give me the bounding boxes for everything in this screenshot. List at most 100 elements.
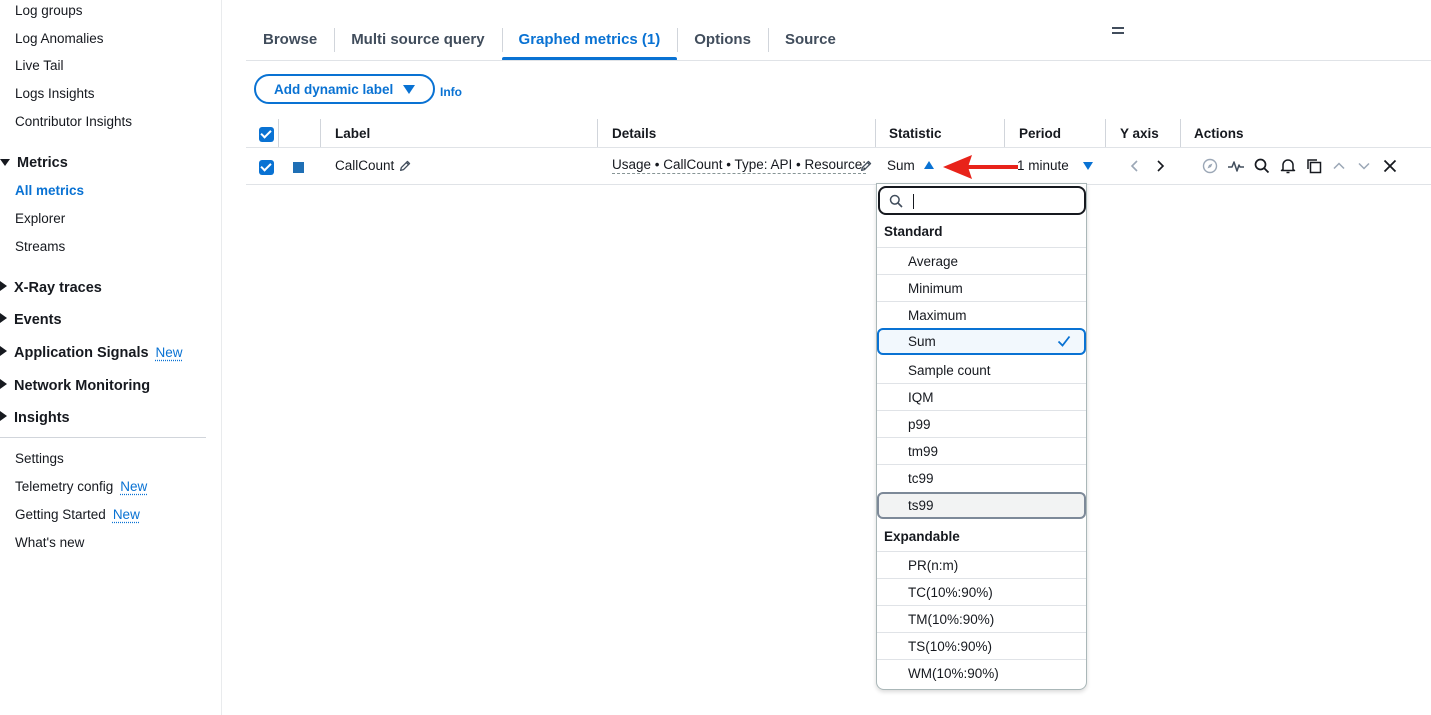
option-group-expandable: Expandable (884, 529, 960, 544)
option-ts[interactable]: TS(10%:90%) (877, 633, 1086, 660)
tabs-divider (246, 60, 1431, 61)
row-details: Usage • CallCount • Type: API • Resource… (612, 157, 867, 174)
column-divider (1105, 119, 1106, 147)
option-tc99[interactable]: tc99 (877, 465, 1086, 492)
option-tm[interactable]: TM(10%:90%) (877, 606, 1086, 633)
column-header-label[interactable]: Label (335, 126, 370, 141)
sidebar-section-label: Network Monitoring (14, 378, 151, 394)
sidebar-section-insights[interactable]: Insights (0, 410, 70, 426)
sidebar-item-label: Telemetry config (15, 479, 114, 494)
column-header-period[interactable]: Period (1019, 126, 1061, 141)
series-color-swatch[interactable] (293, 162, 304, 173)
option-sum[interactable]: Sum (877, 328, 1086, 355)
sidebar-item-explorer[interactable]: Explorer (15, 211, 65, 226)
annotation-arrow-icon (943, 155, 1018, 179)
statistic-select[interactable]: Sum (887, 158, 915, 173)
column-header-y-axis[interactable]: Y axis (1120, 126, 1159, 141)
edit-details-pencil-icon[interactable] (859, 159, 873, 173)
sidebar-item-live-tail[interactable]: Live Tail (15, 58, 64, 73)
checkmark-icon (1057, 335, 1071, 347)
sidebar-section-label: Insights (14, 410, 70, 426)
row-label: CallCount (335, 158, 395, 173)
sidebar-item-all-metrics[interactable]: All metrics (15, 183, 84, 198)
sidebar: Log groups Log Anomalies Live Tail Logs … (0, 0, 222, 715)
chevron-down-icon[interactable] (1355, 157, 1373, 175)
tab-source[interactable]: Source (767, 22, 853, 61)
tab-bar: Browse Multi source query Graphed metric… (246, 22, 853, 61)
period-select[interactable]: 1 minute (1017, 158, 1069, 173)
option-sample-count[interactable]: Sample count (877, 357, 1086, 384)
column-divider (1004, 119, 1005, 147)
sidebar-item-settings[interactable]: Settings (15, 451, 64, 466)
sidebar-item-whats-new[interactable]: What's new (15, 535, 84, 550)
sidebar-item-telemetry-config[interactable]: Telemetry config New (15, 479, 147, 494)
add-dynamic-label-text: Add dynamic label (274, 81, 394, 97)
statistic-search-input[interactable] (878, 186, 1086, 215)
sidebar-item-logs-insights[interactable]: Logs Insights (15, 86, 95, 101)
text-cursor (913, 194, 914, 209)
row-checkbox[interactable] (259, 160, 274, 175)
caret-down-icon (403, 84, 416, 94)
info-link[interactable]: Info (440, 85, 462, 99)
bell-icon[interactable] (1279, 157, 1297, 175)
option-minimum[interactable]: Minimum (877, 275, 1086, 302)
tab-options[interactable]: Options (677, 22, 768, 61)
sidebar-section-application-signals[interactable]: Application Signals New (0, 345, 183, 361)
statistic-dropdown: Standard Average Minimum Maximum Sum Sam… (876, 183, 1087, 690)
copy-icon[interactable] (1305, 157, 1323, 175)
option-average[interactable]: Average (877, 248, 1086, 275)
option-group-standard: Standard (884, 224, 943, 239)
tab-graphed-metrics[interactable]: Graphed metrics (1) (501, 22, 678, 61)
caret-right-icon (0, 281, 7, 291)
option-iqm[interactable]: IQM (877, 384, 1086, 411)
add-dynamic-label-button[interactable]: Add dynamic label (254, 74, 436, 104)
sidebar-item-getting-started[interactable]: Getting Started New (15, 507, 140, 522)
chevron-left-icon[interactable] (1126, 157, 1144, 175)
search-icon (889, 194, 903, 208)
close-icon[interactable] (1381, 157, 1399, 175)
sidebar-item-log-anomalies[interactable]: Log Anomalies (15, 31, 104, 46)
tab-browse[interactable]: Browse (246, 22, 334, 61)
new-badge: New (120, 479, 148, 494)
column-header-actions: Actions (1194, 126, 1244, 141)
compass-icon[interactable] (1201, 157, 1219, 175)
sidebar-section-label: Events (14, 312, 62, 328)
resize-handle-icon[interactable] (1112, 27, 1124, 37)
search-icon[interactable] (1253, 157, 1271, 175)
option-tc[interactable]: TC(10%:90%) (877, 579, 1086, 606)
option-maximum[interactable]: Maximum (877, 302, 1086, 329)
tab-multi-source-query[interactable]: Multi source query (334, 22, 501, 61)
sidebar-section-metrics[interactable]: Metrics (0, 155, 68, 171)
option-tm99[interactable]: tm99 (877, 438, 1086, 465)
option-ts99[interactable]: ts99 (877, 492, 1086, 519)
caret-right-icon (0, 346, 7, 356)
chevron-right-icon[interactable] (1151, 157, 1169, 175)
sidebar-section-events[interactable]: Events (0, 312, 62, 328)
column-divider (1180, 119, 1181, 147)
anomaly-detection-icon[interactable] (1227, 157, 1245, 175)
option-p99[interactable]: p99 (877, 411, 1086, 438)
column-header-details[interactable]: Details (612, 126, 656, 141)
caret-up-icon[interactable] (924, 161, 934, 169)
caret-right-icon (0, 313, 7, 323)
option-label: Sum (908, 334, 936, 349)
edit-label-pencil-icon[interactable] (398, 159, 412, 173)
table-header-border (246, 147, 1431, 148)
sidebar-item-label: Getting Started (15, 507, 106, 522)
sidebar-item-contributor-insights[interactable]: Contributor Insights (15, 114, 132, 129)
sidebar-section-label: Application Signals (14, 345, 149, 361)
sidebar-item-log-groups[interactable]: Log groups (15, 3, 83, 18)
column-header-statistic[interactable]: Statistic (889, 126, 942, 141)
option-pr[interactable]: PR(n:m) (877, 552, 1086, 579)
new-badge: New (155, 345, 183, 360)
column-divider (597, 119, 598, 147)
chevron-up-icon[interactable] (1330, 157, 1348, 175)
sidebar-section-xray-traces[interactable]: X-Ray traces (0, 280, 102, 296)
sidebar-section-network-monitoring[interactable]: Network Monitoring (0, 378, 150, 394)
sidebar-divider (0, 437, 206, 438)
select-all-checkbox[interactable] (259, 127, 274, 142)
caret-right-icon (0, 379, 7, 389)
sidebar-item-streams[interactable]: Streams (15, 239, 65, 254)
caret-down-icon[interactable] (1083, 162, 1093, 170)
option-wm[interactable]: WM(10%:90%) (877, 660, 1086, 687)
